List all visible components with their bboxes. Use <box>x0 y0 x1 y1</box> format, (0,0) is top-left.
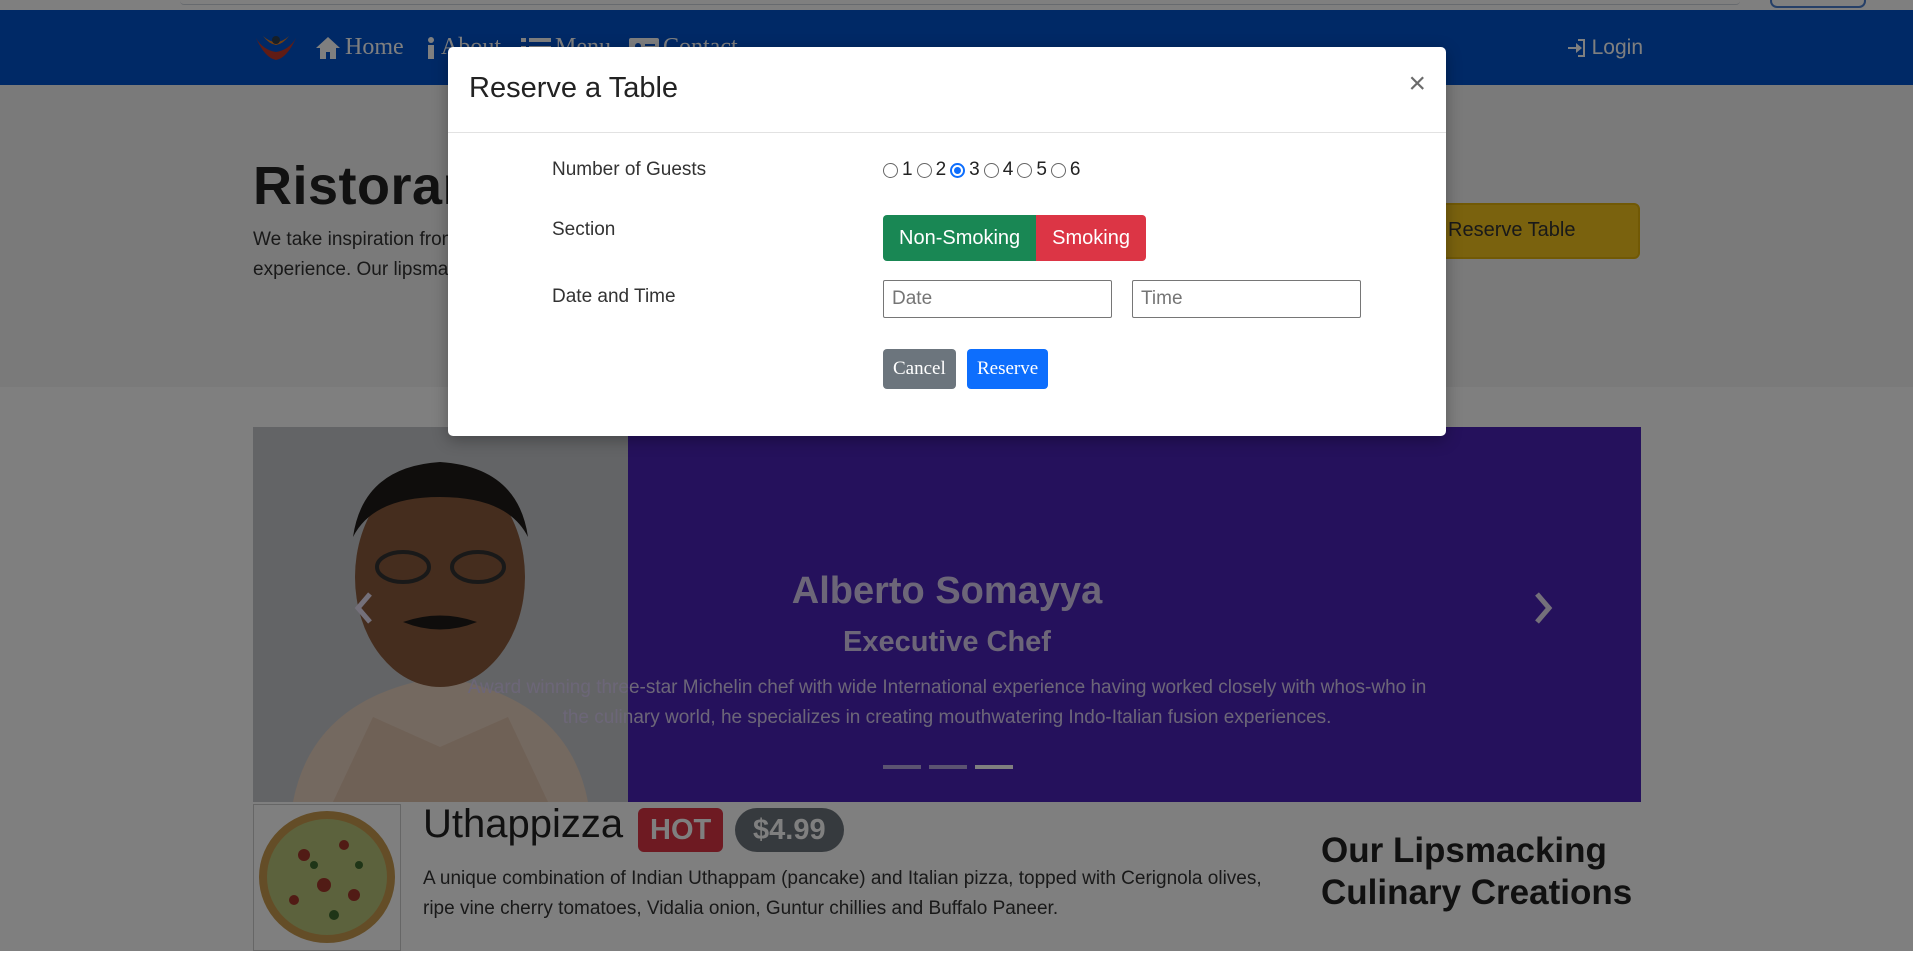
guests-radio-1[interactable] <box>883 162 898 178</box>
guests-option-label: 5 <box>1036 159 1047 180</box>
non-smoking-button[interactable]: Non-Smoking <box>883 215 1037 261</box>
guests-radio-6[interactable] <box>1050 162 1066 178</box>
guests-radio-group: 1 2 3 4 5 6 <box>883 159 1084 181</box>
datetime-label: Date and Time <box>552 286 676 307</box>
modal-header: Reserve a Table × <box>448 47 1446 133</box>
guests-radio-2[interactable] <box>916 162 932 178</box>
time-input[interactable] <box>1132 280 1361 318</box>
guests-option-label: 6 <box>1069 159 1081 180</box>
guests-radio-5[interactable] <box>1017 162 1033 178</box>
reserve-button[interactable]: Reserve <box>967 349 1049 389</box>
guests-option-label: 1 <box>902 159 913 180</box>
guests-option-label: 4 <box>1002 159 1014 180</box>
section-label: Section <box>552 219 616 240</box>
guests-option-label: 3 <box>969 159 980 180</box>
smoking-button[interactable]: Smoking <box>1036 215 1146 261</box>
reserve-modal: Reserve a Table × Number of Guests 1 2 3… <box>448 47 1446 436</box>
cancel-button[interactable]: Cancel <box>883 349 956 389</box>
guests-radio-4[interactable] <box>983 162 999 178</box>
modal-title: Reserve a Table <box>469 72 679 104</box>
section-toggle-group: Non-Smoking Smoking <box>883 215 1146 261</box>
guests-label: Number of Guests <box>552 159 707 180</box>
date-input[interactable] <box>883 280 1112 318</box>
close-icon[interactable]: × <box>1408 69 1426 99</box>
guests-option-label: 2 <box>935 159 947 180</box>
guests-radio-3-selected[interactable] <box>950 162 966 178</box>
